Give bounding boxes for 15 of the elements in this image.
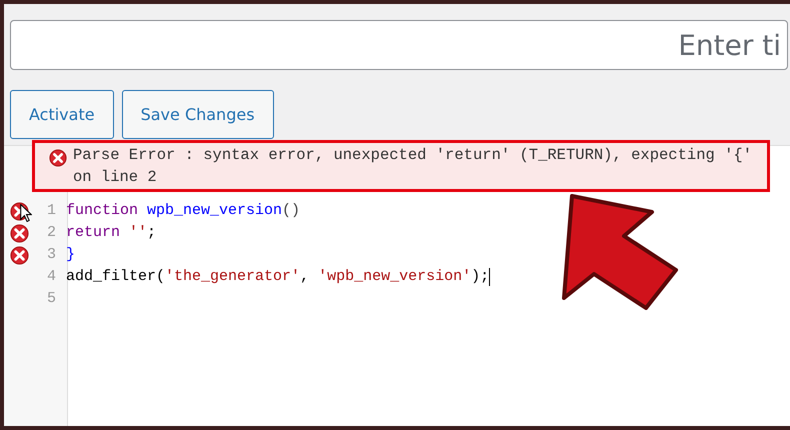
code-line: } bbox=[65, 244, 76, 265]
activate-button[interactable]: Activate bbox=[10, 90, 114, 139]
line-number: 4 bbox=[46, 266, 57, 287]
mouse-cursor-icon bbox=[20, 204, 32, 222]
line-number: 2 bbox=[46, 222, 57, 243]
error-message: Parse Error : syntax error, unexpected 'return' (T_RETURN), expecting '{' on line 2 bbox=[73, 146, 752, 186]
error-icon bbox=[49, 148, 67, 167]
title-field[interactable]: Enter ti bbox=[10, 20, 788, 70]
code-line: return ''; bbox=[65, 222, 156, 243]
save-changes-button[interactable]: Save Changes bbox=[122, 90, 274, 139]
line-number: 3 bbox=[46, 244, 57, 265]
line-number: 5 bbox=[46, 288, 57, 309]
code-line: function wpb_new_version() bbox=[65, 200, 300, 221]
line-number: 1 bbox=[46, 200, 57, 221]
code-line: add_filter('the_generator', 'wpb_new_version'); bbox=[65, 266, 490, 287]
